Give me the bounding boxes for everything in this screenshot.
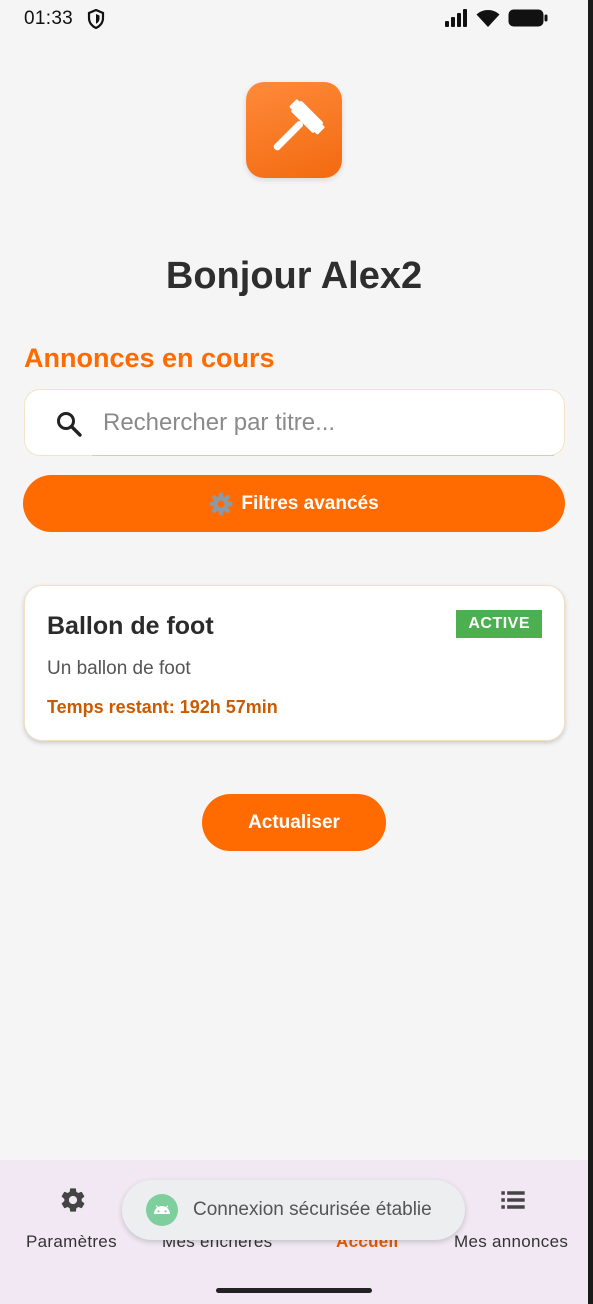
signal-icon [445,9,467,27]
advanced-filters-label: Filtres avancés [241,492,379,514]
nav-label-my-listings: Mes annonces [454,1232,569,1251]
listing-title: Ballon de foot [47,612,214,640]
nav-item-my-listings[interactable]: Mes annonces [452,1160,576,1270]
greeting-title: Bonjour Alex2 [165,255,423,297]
search-underline [92,455,554,456]
battery-icon [508,9,548,27]
shield-icon [87,9,105,29]
listing-time-remaining: Temps restant: 192h 57min [47,697,278,717]
status-bar: 01:33 [0,0,588,36]
app-screen: 01:33 Bonjour Alex2 Annonces en cours Re… [0,0,588,1304]
refresh-button[interactable]: Actualiser [202,794,386,851]
status-time: 01:33 [24,8,74,29]
app-logo [246,82,342,178]
search-icon [57,412,82,437]
listing-card[interactable]: Ballon de foot ACTIVE Un ballon de foot … [24,585,565,741]
home-indicator[interactable] [216,1288,372,1293]
screen-edge [588,0,593,1304]
settings-gear-icon [61,1188,85,1212]
listing-description: Un ballon de foot [47,658,191,679]
status-badge: ACTIVE [456,610,542,638]
list-icon [501,1191,525,1209]
nav-item-settings[interactable]: Paramètres [20,1160,128,1270]
advanced-filters-button[interactable]: Filtres avancés [23,475,565,532]
nav-label-settings: Paramètres [26,1232,117,1251]
search-input[interactable] [103,390,543,455]
toast-message: Connexion sécurisée établie [193,1199,432,1220]
toast-notification: Connexion sécurisée établie [122,1180,465,1240]
gear-icon [209,492,233,515]
section-title: Annonces en cours [24,343,275,373]
gavel-icon [273,99,325,151]
search-box[interactable] [24,389,565,456]
wifi-icon [476,10,500,27]
android-icon [146,1194,178,1226]
